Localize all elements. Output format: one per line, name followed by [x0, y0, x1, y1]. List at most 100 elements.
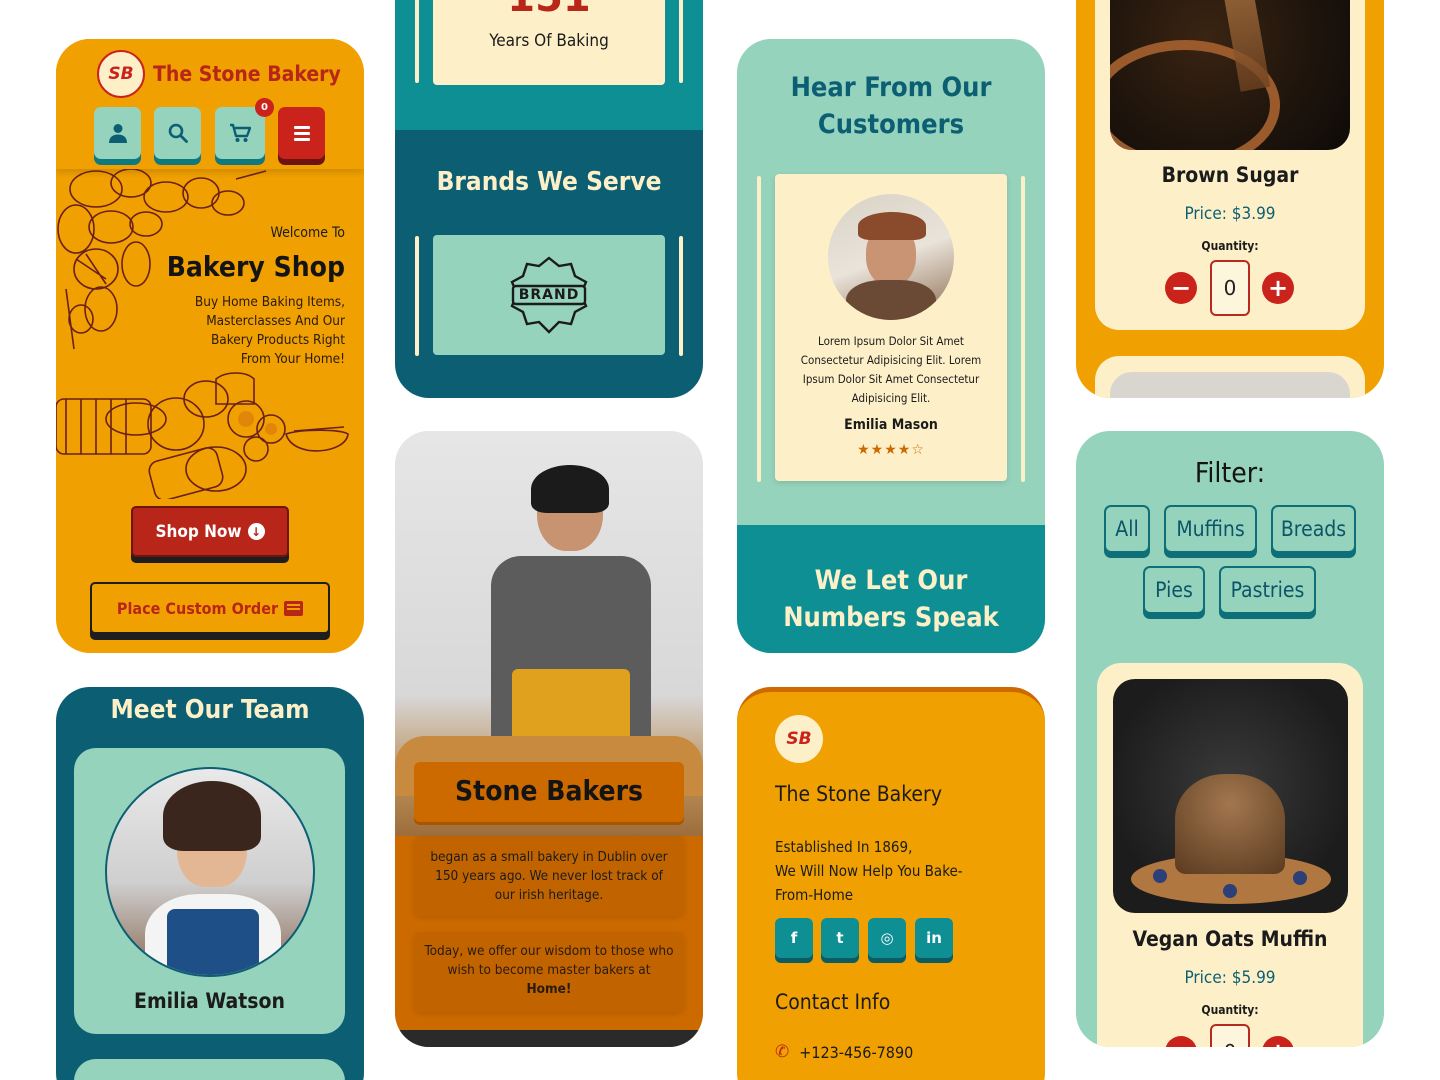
testimonial-card: Lorem Ipsum Dolor Sit Amet Consectetur A…	[775, 174, 1007, 481]
increase-quantity-button[interactable]: +	[1262, 1036, 1294, 1047]
filter-all-button[interactable]: All	[1104, 505, 1150, 553]
team-member-card[interactable]: Emilia Watson	[74, 748, 345, 1034]
testimonial-rail-left	[757, 176, 761, 482]
custom-order-button[interactable]: Place Custom Order	[90, 582, 330, 634]
products-card: Filter: All Muffins Breads Pies Pastries…	[1076, 431, 1384, 1047]
minus-icon: −	[1170, 274, 1192, 302]
testimonials-heading: Hear From Our Customers	[790, 72, 992, 140]
footer-logo[interactable]: SB	[775, 715, 823, 763]
quantity-input[interactable]: 0	[1210, 1024, 1250, 1047]
brands-card: 151 Years Of Baking Brands We Serve BRAN…	[395, 0, 703, 398]
star-icon: ★	[870, 442, 885, 458]
contact-heading: Contact Info	[775, 990, 891, 1014]
quantity-input[interactable]: 0	[1210, 260, 1250, 316]
twitter-icon: t	[836, 929, 844, 947]
hero-tagline: Buy Home Baking Items, Masterclasses And…	[194, 294, 345, 367]
about-title-banner: Stone Bakers	[414, 762, 684, 822]
increase-quantity-button[interactable]: +	[1262, 272, 1294, 304]
facebook-button[interactable]: f	[775, 918, 813, 958]
stats-section: 151 Years Of Baking	[395, 0, 703, 130]
brands-rail-right	[679, 236, 683, 356]
about-panel-1: began as a small bakery in Dublin over 1…	[414, 836, 684, 916]
star-half-icon: ☆	[911, 442, 925, 458]
linkedin-icon: in	[926, 929, 942, 947]
account-button[interactable]	[94, 107, 141, 159]
numbers-heading: We Let Our Numbers Speak	[783, 565, 999, 633]
stats-rail-right	[679, 0, 683, 83]
shop-now-label: Shop Now	[155, 521, 242, 542]
footer-brand-name: The Stone Bakery	[775, 782, 942, 806]
numbers-section: We Let Our Numbers Speak	[737, 525, 1045, 653]
filter-muffins-button[interactable]: Muffins	[1164, 505, 1257, 553]
decrease-quantity-button[interactable]: −	[1165, 272, 1197, 304]
testimonial-author: Emilia Mason	[844, 417, 938, 433]
linkedin-button[interactable]: in	[915, 918, 953, 958]
product-photo-brown-sugar	[1110, 0, 1350, 150]
hamburger-icon	[293, 131, 310, 135]
filter-heading: Filter:	[1194, 456, 1266, 489]
minus-icon: −	[1171, 1040, 1191, 1047]
hero-card: SB The Stone Bakery 0 Welcome To Bakery …	[56, 39, 364, 653]
filter-pies-button[interactable]: Pies	[1143, 566, 1205, 614]
star-icon: ★	[857, 442, 871, 458]
about-paragraph-2: Today, we offer our wisdom to those who …	[424, 943, 674, 997]
product-name: Vegan Oats Muffin	[1132, 927, 1328, 951]
search-button[interactable]	[154, 107, 201, 159]
decrease-quantity-button[interactable]: −	[1165, 1036, 1197, 1047]
about-paragraph-1: began as a small bakery in Dublin over 1…	[430, 849, 668, 903]
plus-icon: +	[1267, 274, 1289, 302]
logo-initials: SB	[108, 64, 134, 84]
brands-rail-left	[415, 236, 419, 356]
team-card: Meet Our Team Emilia Watson	[56, 687, 364, 1080]
shop-now-button[interactable]: Shop Now ↓	[131, 506, 289, 557]
brand-logo[interactable]: SB	[97, 50, 145, 98]
list-icon	[284, 600, 304, 616]
footer-description: Established In 1869, We Will Now Help Yo…	[775, 838, 963, 904]
instagram-button[interactable]: ◎	[868, 918, 906, 958]
product-card-next[interactable]	[1095, 356, 1365, 398]
product-price: Price: $3.99	[1184, 204, 1276, 224]
footer-logo-initials: SB	[786, 729, 812, 749]
team-heading: Meet Our Team	[110, 695, 310, 725]
instagram-icon: ◎	[880, 929, 894, 947]
product-card-brown-sugar[interactable]: Brown Sugar Price: $3.99 Quantity: − 0 +	[1095, 0, 1365, 330]
brands-heading: Brands We Serve	[436, 167, 662, 197]
team-member-photo	[105, 767, 315, 977]
twitter-button[interactable]: t	[821, 918, 859, 958]
footer-card: SB The Stone Bakery Established In 1869,…	[737, 687, 1045, 1080]
filter-pastries-button[interactable]: Pastries	[1219, 566, 1316, 614]
product-name: Brown Sugar	[1161, 163, 1299, 187]
phone-number: +123-456-7890	[799, 1042, 914, 1062]
cart-icon	[230, 123, 251, 142]
phone-row[interactable]: ✆ +123-456-7890	[775, 1042, 913, 1062]
brand-logo-text: BRAND	[518, 287, 580, 303]
brand-logo-tile[interactable]: BRAND	[433, 235, 665, 355]
user-icon	[108, 124, 127, 143]
product-price: Price: $5.99	[1184, 968, 1276, 988]
team-member-name: Emilia Watson	[134, 989, 285, 1013]
testimonial-quote: Lorem Ipsum Dolor Sit Amet Consectetur A…	[800, 334, 982, 405]
testimonial-rail-right	[1021, 176, 1025, 482]
stats-ticket: 151 Years Of Baking	[433, 0, 665, 85]
menu-button[interactable]	[278, 107, 325, 159]
customer-photo	[828, 194, 954, 320]
stats-rail-left	[415, 0, 419, 83]
product-detail-card: Brown Sugar Price: $3.99 Quantity: − 0 +	[1076, 0, 1384, 398]
star-icon: ★	[884, 442, 898, 458]
star-rating: ★★★★☆	[775, 442, 1007, 458]
brand-name[interactable]: The Stone Bakery	[153, 62, 341, 86]
cart-count-badge: 0	[255, 98, 274, 117]
welcome-text: Welcome To	[270, 225, 345, 241]
facebook-icon: f	[790, 929, 798, 947]
about-panel-2: Today, we offer our wisdom to those who …	[414, 932, 684, 1012]
site-header: SB The Stone Bakery 0	[56, 39, 364, 169]
custom-order-label: Place Custom Order	[116, 598, 279, 618]
quantity-label: Quantity:	[1201, 239, 1259, 253]
team-member-card-next[interactable]	[74, 1059, 345, 1080]
filter-breads-button[interactable]: Breads	[1271, 505, 1356, 553]
about-card: Stone Bakers began as a small bakery in …	[395, 431, 703, 1047]
product-card-vegan-oats-muffin[interactable]: Vegan Oats Muffin Price: $5.99 Quantity:…	[1097, 663, 1363, 1047]
about-title: Stone Bakers	[455, 774, 643, 807]
testimonials-card: Hear From Our Customers Lorem Ipsum Dolo…	[737, 39, 1045, 653]
plus-icon: +	[1268, 1040, 1288, 1047]
